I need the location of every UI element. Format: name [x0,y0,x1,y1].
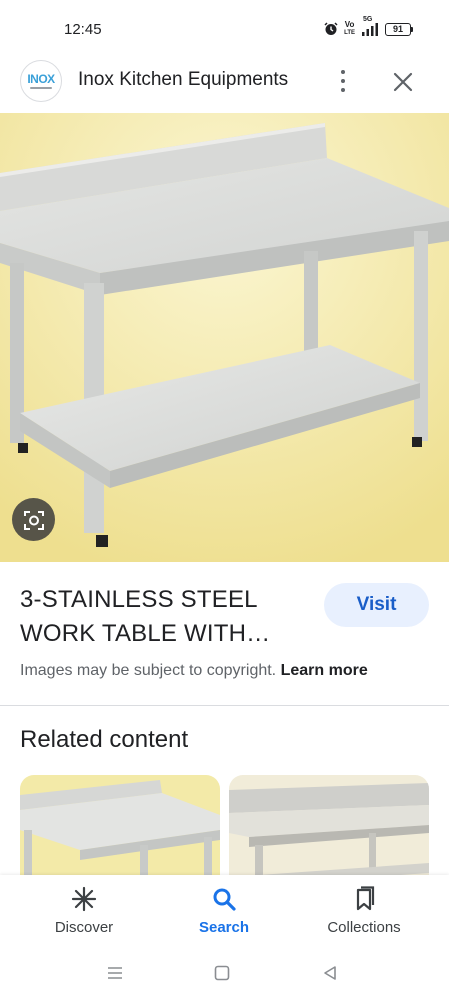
status-time: 12:45 [64,21,102,38]
menu-icon [108,967,122,979]
logo-text: INOX [27,72,55,86]
alarm-icon [324,22,338,36]
home-button[interactable] [210,963,234,983]
divider [0,705,449,706]
nav-search-label: Search [198,919,250,936]
copyright-notice: Images may be subject to copyright. Lear… [20,662,368,680]
learn-more-link[interactable]: Learn more [281,662,368,679]
network-type: 5G [363,15,373,23]
search-icon [211,885,237,913]
status-bar: 12:45 Vo LTE 5G 91 [0,0,449,60]
nav-discover[interactable]: Discover [29,885,139,945]
related-content-heading: Related content [20,726,189,753]
recent-apps-button[interactable] [103,963,127,983]
nav-collections-label: Collections [327,919,401,936]
back-triangle-icon [324,966,336,980]
bottom-navigation: Discover Search Collections [0,875,449,955]
system-navigation [0,955,449,1000]
related-image-card[interactable] [20,775,220,885]
visit-button[interactable]: Visit [324,583,429,627]
bookmarks-icon [351,885,377,913]
main-image[interactable] [0,113,449,562]
asterisk-icon [71,885,97,913]
nav-collections[interactable]: Collections [309,885,419,945]
image-title-line-2: WORK TABLE WITH… [20,620,271,647]
nav-discover-label: Discover [54,919,114,936]
image-title[interactable]: 3-STAINLESS STEEL WORK TABLE WITH… [20,583,310,651]
battery-level: 91 [385,22,411,36]
signal-icon: 5G [361,16,379,36]
volte-indicator: Vo LTE [344,21,355,37]
site-logo[interactable]: INOX [20,60,62,102]
site-name[interactable]: Inox Kitchen Equipments [78,69,288,91]
lens-search-button[interactable] [12,498,55,541]
battery-icon: 91 [385,22,413,36]
more-options-button[interactable] [328,65,358,97]
nav-search[interactable]: Search [169,885,279,945]
volte-bottom-text: LTE [344,30,355,36]
related-image-card[interactable] [229,775,429,885]
image-title-line-1: 3-STAINLESS STEEL [20,586,258,613]
lens-icon [23,510,44,530]
close-icon [393,72,413,92]
copyright-text: Images may be subject to copyright. [20,662,277,679]
more-vert-icon [341,70,345,74]
status-icons: Vo LTE 5G 91 [324,16,413,37]
back-button[interactable] [318,963,342,983]
header: INOX Inox Kitchen Equipments [0,58,449,104]
volte-top-text: Vo [344,20,355,29]
close-button[interactable] [388,67,418,97]
home-square-icon [214,965,230,981]
